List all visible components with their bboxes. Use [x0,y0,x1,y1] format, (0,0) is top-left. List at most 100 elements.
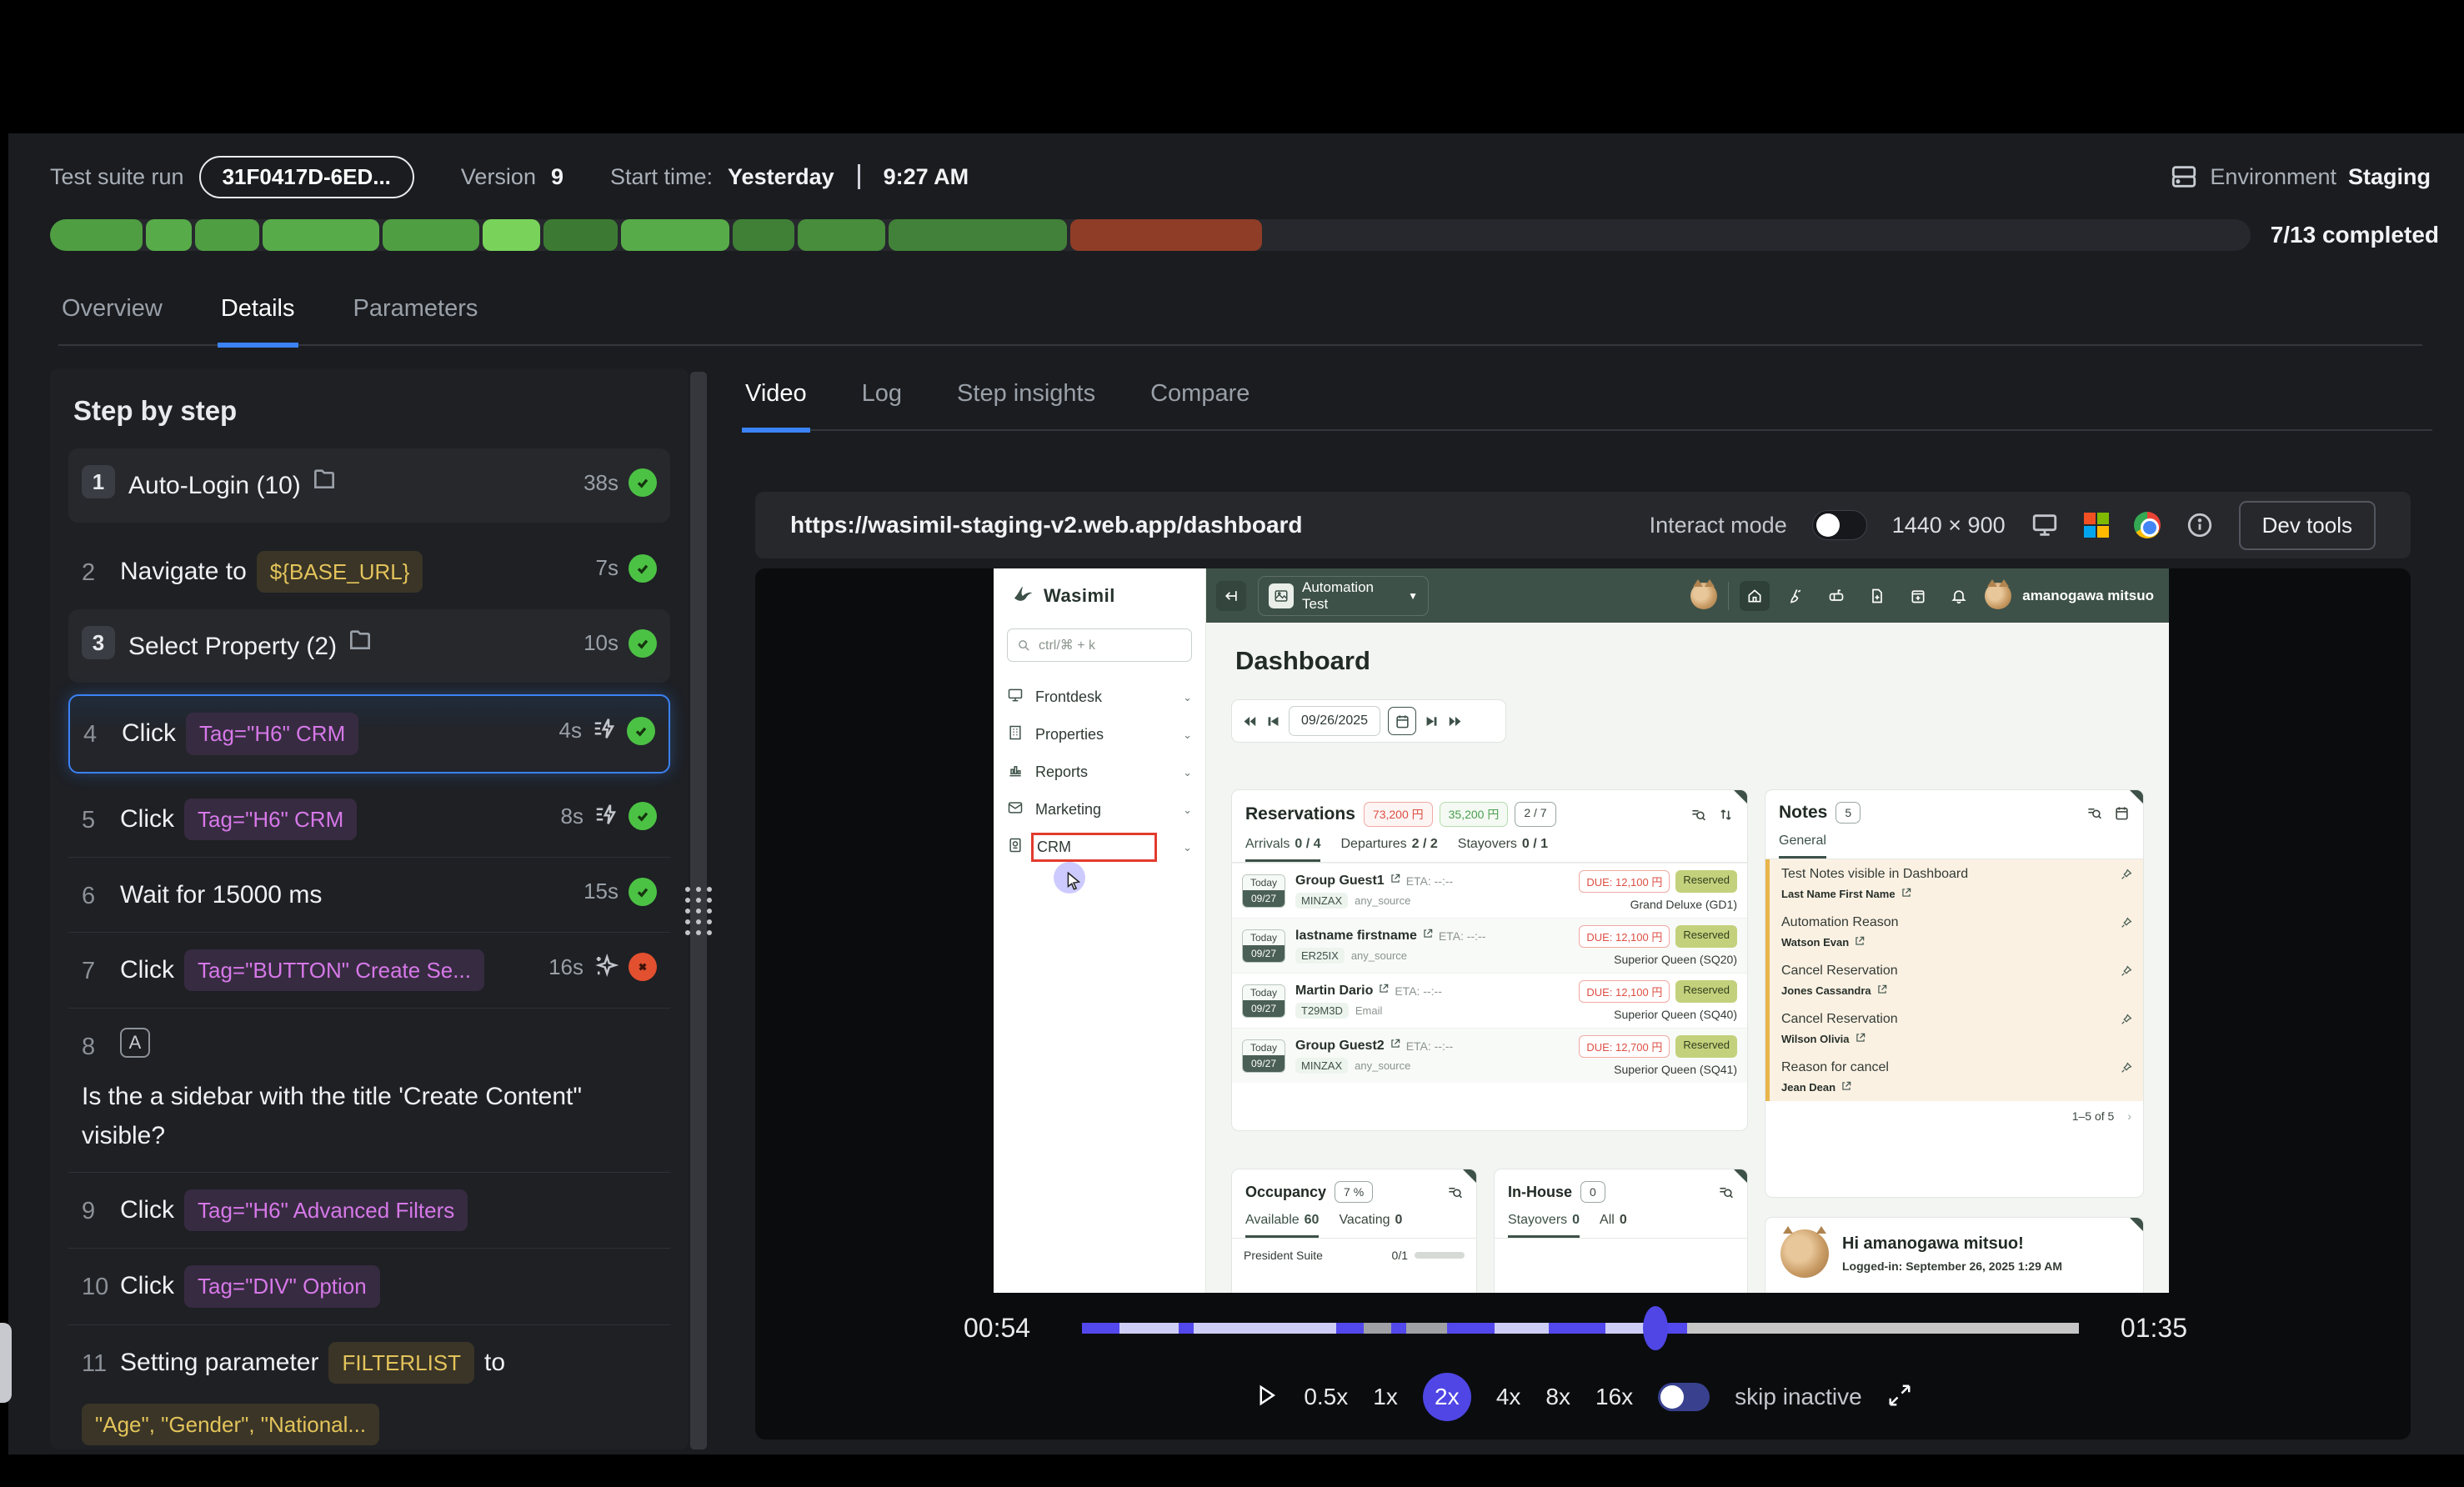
sidebar-item-crm[interactable]: CRM⌄ [1007,829,1192,866]
video-player[interactable]: Wasimil ctrl/⌘ + k Frontdesk⌄Properties⌄… [755,568,2411,1439]
home-button[interactable] [1740,581,1770,611]
fullscreen-button[interactable] [1887,1383,1912,1412]
list-search-icon[interactable] [1718,1184,1734,1200]
viewer-tab-step-insights[interactable]: Step insights [954,368,1099,429]
external-link-icon[interactable] [1855,1032,1866,1046]
sidebar-item-properties[interactable]: Properties⌄ [1007,716,1192,754]
pin-icon[interactable] [2120,1013,2133,1030]
step-row[interactable]: 10ClickTag="DIV" Option [68,1248,670,1324]
speed-button-16x[interactable]: 16x [1595,1384,1633,1410]
list-search-icon[interactable] [2086,805,2102,821]
avatar[interactable] [1690,583,1717,609]
skip-inactive-toggle[interactable] [1658,1383,1710,1411]
list-search-icon[interactable] [1447,1184,1463,1200]
note-item[interactable]: Cancel ReservationJones Cassandra [1770,956,2143,1004]
external-link-icon[interactable] [1901,887,1912,901]
viewer-tab-compare[interactable]: Compare [1147,368,1253,429]
external-link-icon[interactable] [1840,1080,1852,1094]
step-row[interactable]: 9ClickTag="H6" Advanced Filters [68,1172,670,1248]
run-id-pill[interactable]: 31F0417D-6ED... [199,156,414,198]
new-booking-button[interactable] [1903,581,1933,611]
tab-overview[interactable]: Overview [58,283,166,344]
user-avatar[interactable] [1985,583,2011,609]
calendar-icon[interactable] [2114,805,2130,821]
pin-icon[interactable] [2120,868,2133,885]
tab-arrivals[interactable]: Arrivals0 / 4 [1245,837,1320,862]
step-row[interactable]: 11Setting parameterFILTERLISTto"Age", "G… [68,1324,670,1449]
external-link-icon[interactable] [1390,1038,1401,1054]
external-link-icon[interactable] [1378,983,1390,999]
play-button[interactable] [1254,1383,1279,1412]
collapsed-panel-handle[interactable] [0,1323,12,1403]
rewind-icon[interactable] [1242,713,1258,729]
sidebar-collapse-button[interactable] [1216,581,1246,611]
external-link-icon[interactable] [1854,935,1866,949]
external-link-icon[interactable] [1422,928,1434,944]
interact-mode-toggle[interactable] [1812,510,1867,540]
reservation-row[interactable]: Today09/27Group Guest1ETA: --:--MINZAXan… [1232,863,1747,918]
speed-button-2x[interactable]: 2x [1423,1373,1471,1421]
devtools-button[interactable]: Dev tools [2239,501,2376,550]
info-icon[interactable] [2186,511,2214,539]
speed-button-4x[interactable]: 4x [1496,1384,1521,1410]
skip-forward-icon[interactable] [1424,713,1440,729]
monitor-icon[interactable] [2031,511,2059,539]
tab-parameters[interactable]: Parameters [350,283,482,344]
chevron-right-icon[interactable]: › [2127,1109,2131,1123]
tab-available[interactable]: Available60 [1245,1213,1319,1238]
step-row[interactable]: 7ClickTag="BUTTON" Create Se...16s [68,932,670,1008]
occupancy-row[interactable]: President Suite0/1 [1232,1239,1476,1272]
reservation-row[interactable]: Today09/27Group Guest2ETA: --:--MINZAXan… [1232,1028,1747,1083]
list-search-icon[interactable] [1690,807,1706,823]
note-item[interactable]: Reason for cancelJean Dean [1770,1053,2143,1101]
reservation-row[interactable]: Today09/27Martin DarioETA: --:--T29M3DEm… [1232,973,1747,1028]
property-select-dropdown[interactable]: Automation Test ▼ [1258,576,1429,616]
step-row[interactable]: 4ClickTag="H6" CRM4s [68,694,670,773]
step-row[interactable]: 2Navigate to${BASE_URL}7s [68,534,670,609]
tab-stayovers[interactable]: Stayovers0 [1508,1213,1580,1238]
chrome-icon[interactable] [2134,512,2161,538]
panel-resize-handle[interactable] [690,372,707,1449]
timeline-playhead[interactable] [1643,1306,1668,1350]
viewer-tab-log[interactable]: Log [859,368,905,429]
video-timeline[interactable] [1082,1323,2079,1334]
user-name[interactable]: amanogawa mitsuo [2022,588,2154,604]
speed-button-8x[interactable]: 8x [1545,1384,1570,1410]
pin-icon[interactable] [2120,916,2133,934]
run-progress-bar[interactable] [50,219,2251,251]
notifications-button[interactable] [1944,581,1974,611]
date-input[interactable]: 09/26/2025 [1289,706,1380,736]
speed-button-0.5x[interactable]: 0.5x [1304,1384,1348,1410]
note-item[interactable]: Cancel ReservationWilson Olivia [1770,1004,2143,1053]
step-row[interactable]: 3Select Property (2)10s [68,609,670,683]
viewer-tab-video[interactable]: Video [742,368,810,433]
pin-icon[interactable] [2120,1061,2133,1079]
external-link-icon[interactable] [1390,873,1401,889]
tab-departures[interactable]: Departures2 / 2 [1340,837,1437,862]
tab-all[interactable]: All0 [1600,1213,1627,1238]
speed-button-1x[interactable]: 1x [1373,1384,1398,1410]
fast-forward-icon[interactable] [1447,713,1463,729]
mailbox-button[interactable] [1821,581,1851,611]
reservation-row[interactable]: Today09/27lastname firstnameETA: --:--ER… [1232,918,1747,973]
note-item[interactable]: Automation ReasonWatson Evan [1770,908,2143,956]
tab-stayovers[interactable]: Stayovers0 / 1 [1458,837,1548,862]
step-row[interactable]: 6Wait for 15000 ms15s [68,857,670,932]
external-link-icon[interactable] [1876,984,1888,998]
note-item[interactable]: Test Notes visible in DashboardLast Name… [1770,859,2143,908]
sort-icon[interactable] [1718,807,1734,823]
tab-vacating[interactable]: Vacating0 [1339,1213,1402,1238]
sidebar-item-frontdesk[interactable]: Frontdesk⌄ [1007,678,1192,716]
housekeeping-button[interactable] [1780,581,1810,611]
tab-details[interactable]: Details [218,283,298,348]
windows-icon[interactable] [2084,513,2109,538]
page-url[interactable]: https://wasimil-staging-v2.web.app/dashb… [790,512,1303,538]
skip-back-icon[interactable] [1265,713,1281,729]
new-document-button[interactable] [1862,581,1892,611]
calendar-button[interactable] [1388,707,1416,735]
step-row[interactable]: 5ClickTag="H6" CRM8s [68,782,670,857]
step-row[interactable]: 8AIs the a sidebar with the title 'Creat… [68,1008,670,1172]
sidebar-item-marketing[interactable]: Marketing⌄ [1007,791,1192,829]
sidebar-item-reports[interactable]: Reports⌄ [1007,754,1192,791]
pin-icon[interactable] [2120,964,2133,982]
